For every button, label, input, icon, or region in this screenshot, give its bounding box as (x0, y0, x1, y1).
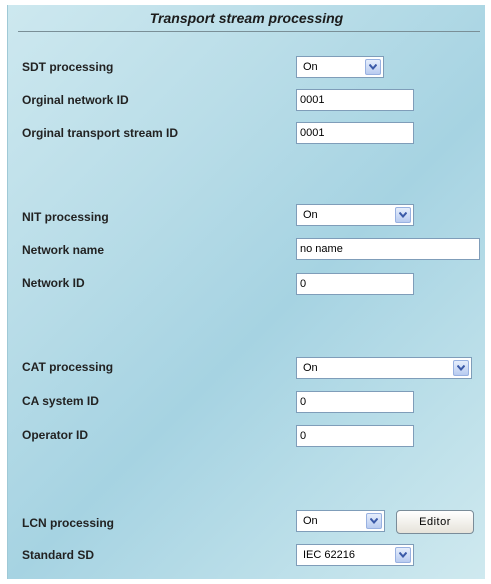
sdt-processing-label: SDT processing (22, 60, 114, 74)
standard-sd-label: Standard SD (22, 548, 95, 562)
standard-sd-value: IEC 62216 (303, 549, 355, 561)
standard-sd-select[interactable]: IEC 62216 (296, 544, 414, 566)
transport-stream-panel: Transport stream processing SDT processi… (7, 5, 485, 579)
nit-processing-select[interactable]: On (296, 204, 414, 226)
lcn-processing-label: LCN processing (22, 516, 115, 530)
chevron-down-icon[interactable] (366, 513, 382, 529)
chevron-down-icon[interactable] (453, 360, 469, 376)
original-network-id-input[interactable]: 0001 (296, 89, 414, 111)
title-divider (18, 31, 480, 32)
ca-system-id-input[interactable]: 0 (296, 391, 414, 413)
sdt-processing-value: On (303, 61, 318, 73)
cat-processing-value: On (303, 362, 318, 374)
chevron-down-icon[interactable] (395, 547, 411, 563)
operator-id-label: Operator ID (22, 428, 89, 442)
lcn-processing-value: On (303, 515, 318, 527)
chevron-down-icon[interactable] (365, 59, 381, 75)
operator-id-input[interactable]: 0 (296, 425, 414, 447)
lcn-processing-select[interactable]: On (296, 510, 385, 532)
original-network-id-label: Orginal network ID (22, 93, 129, 107)
network-name-input[interactable]: no name (296, 238, 480, 260)
sdt-processing-select[interactable]: On (296, 56, 384, 78)
original-ts-id-input[interactable]: 0001 (296, 122, 414, 144)
network-name-label: Network name (22, 243, 105, 257)
network-id-input[interactable]: 0 (296, 273, 414, 295)
panel-title: Transport stream processing (149, 10, 344, 26)
nit-processing-value: On (303, 209, 318, 221)
network-id-label: Network ID (22, 276, 85, 290)
cat-processing-label: CAT processing (22, 360, 114, 374)
ca-system-id-label: CA system ID (22, 394, 99, 408)
original-ts-id-label: Orginal transport stream ID (22, 126, 179, 140)
cat-processing-select[interactable]: On (296, 357, 472, 379)
lcn-editor-button[interactable]: Editor (396, 510, 474, 534)
chevron-down-icon[interactable] (395, 207, 411, 223)
nit-processing-label: NIT processing (22, 210, 109, 224)
